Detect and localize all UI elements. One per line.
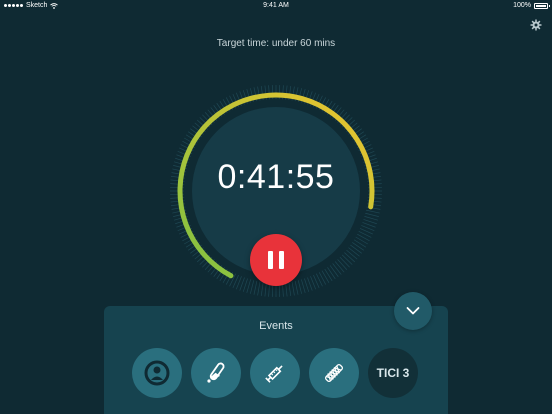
gear-icon: [530, 19, 542, 31]
status-time: 9:41 AM: [263, 2, 289, 9]
pause-icon-bar-left: [268, 251, 273, 269]
event-test-tube-button[interactable]: [191, 348, 241, 398]
event-imaging-button[interactable]: [132, 348, 182, 398]
collapse-panel-button[interactable]: [394, 292, 432, 330]
events-panel: Events TICI 3: [104, 306, 448, 414]
stent-icon: [324, 363, 344, 383]
event-syringe-button[interactable]: [250, 348, 300, 398]
imaging-scanner-icon: [144, 360, 170, 386]
status-right: 100%: [513, 2, 550, 9]
pause-icon-bar-right: [279, 251, 284, 269]
tici-label: TICI 3: [376, 366, 410, 380]
status-bar: Sketch 9:41 AM 100%: [0, 0, 552, 13]
event-tici-button[interactable]: TICI 3: [368, 348, 418, 398]
test-tube-icon: [207, 362, 225, 383]
battery-percent: 100%: [513, 2, 531, 9]
event-buttons: TICI 3: [132, 348, 418, 398]
syringe-icon: [265, 365, 283, 383]
event-stent-button[interactable]: [309, 348, 359, 398]
chevron-down-icon: [406, 307, 420, 315]
battery-icon: [534, 2, 550, 9]
settings-button[interactable]: [530, 18, 542, 31]
pause-button[interactable]: [250, 234, 302, 286]
target-time-label: Target time: under 60 mins: [216, 38, 336, 49]
elapsed-time: 0:41:55: [217, 158, 335, 196]
